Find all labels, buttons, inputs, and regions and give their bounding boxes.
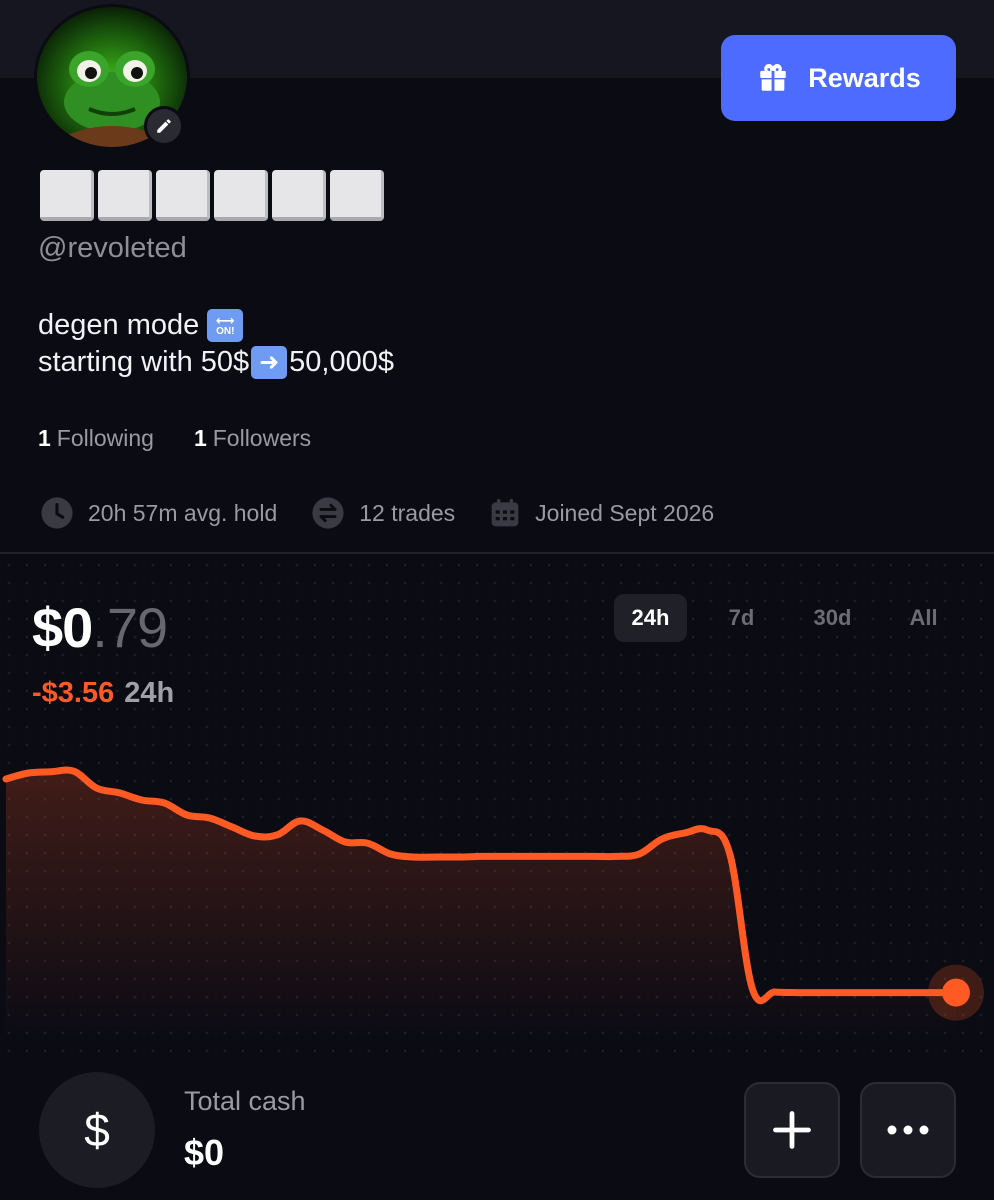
display-name: ⬜⬜⬜⬜⬜⬜ bbox=[40, 170, 384, 221]
follow-stats: 1 Following 1 Followers bbox=[38, 425, 311, 452]
followers-link[interactable]: 1 Followers bbox=[194, 425, 311, 452]
swap-icon bbox=[312, 497, 344, 529]
range-24h[interactable]: 24h bbox=[614, 594, 687, 642]
add-cash-button[interactable] bbox=[744, 1082, 840, 1178]
total-cash-label: Total cash bbox=[184, 1086, 306, 1116]
arrow-right-icon: ➜ bbox=[251, 346, 288, 379]
name-square bbox=[214, 170, 268, 221]
on-emoji-text: ON! bbox=[216, 325, 235, 337]
rewards-button[interactable]: Rewards bbox=[721, 35, 956, 121]
name-square bbox=[330, 170, 384, 221]
gift-icon bbox=[760, 63, 786, 91]
avg-hold-stat: 20h 57m avg. hold bbox=[40, 496, 277, 530]
calendar-icon bbox=[491, 499, 519, 527]
joined-text: Joined Sept 2026 bbox=[535, 499, 715, 526]
section-divider bbox=[0, 552, 994, 554]
dollar-icon: $ bbox=[39, 1072, 155, 1188]
portfolio-chart[interactable] bbox=[0, 740, 994, 1040]
chart-area-fill bbox=[6, 769, 956, 1040]
trades-stat: 12 trades bbox=[311, 496, 455, 530]
following-count: 1 bbox=[38, 425, 51, 451]
on-emoji-icon: ⟷ ON! bbox=[207, 309, 244, 342]
change-period: 24h bbox=[124, 677, 175, 709]
name-square bbox=[156, 170, 210, 221]
rewards-label: Rewards bbox=[808, 62, 921, 93]
range-30d[interactable]: 30d bbox=[796, 594, 869, 642]
plus-icon bbox=[773, 1111, 811, 1149]
range-7d[interactable]: 7d bbox=[705, 594, 778, 642]
trading-stats: 20h 57m avg. hold 12 trades Joined Sept … bbox=[40, 496, 748, 530]
portfolio-value: $0.79 bbox=[32, 595, 168, 660]
following-link[interactable]: 1 Following bbox=[38, 425, 154, 452]
pencil-icon bbox=[157, 119, 171, 133]
price-cents: .79 bbox=[92, 596, 168, 659]
price-main: $0 bbox=[32, 596, 93, 659]
bio: degen mode ⟷ ON! starting with 50$ ➜ 50,… bbox=[38, 307, 394, 381]
name-square bbox=[40, 170, 94, 221]
clock-icon bbox=[41, 497, 73, 529]
trades-text: 12 trades bbox=[359, 499, 456, 526]
edit-avatar-button[interactable] bbox=[144, 106, 184, 146]
followers-count: 1 bbox=[193, 425, 207, 451]
chart-end-point bbox=[942, 978, 970, 1007]
followers-label: Followers bbox=[212, 425, 312, 451]
joined-stat: Joined Sept 2026 bbox=[489, 497, 714, 529]
bio-line-2b: 50,000$ bbox=[289, 346, 394, 378]
more-icon bbox=[887, 1125, 929, 1135]
change-amount: -$3.56 bbox=[32, 677, 115, 709]
user-handle: @revoleted bbox=[38, 232, 187, 264]
following-label: Following bbox=[56, 425, 154, 451]
bio-line-1: degen mode bbox=[38, 309, 200, 341]
bio-line-2a: starting with 50$ bbox=[38, 346, 250, 378]
range-selector: 24h 7d 30d All bbox=[614, 594, 960, 642]
name-square bbox=[98, 170, 152, 221]
portfolio-change: -$3.56 24h bbox=[32, 677, 174, 710]
range-all[interactable]: All bbox=[887, 594, 960, 642]
name-square bbox=[272, 170, 326, 221]
more-options-button[interactable] bbox=[860, 1082, 956, 1178]
total-cash-value: $0 bbox=[184, 1132, 225, 1173]
avg-hold-text: 20h 57m avg. hold bbox=[88, 499, 278, 526]
